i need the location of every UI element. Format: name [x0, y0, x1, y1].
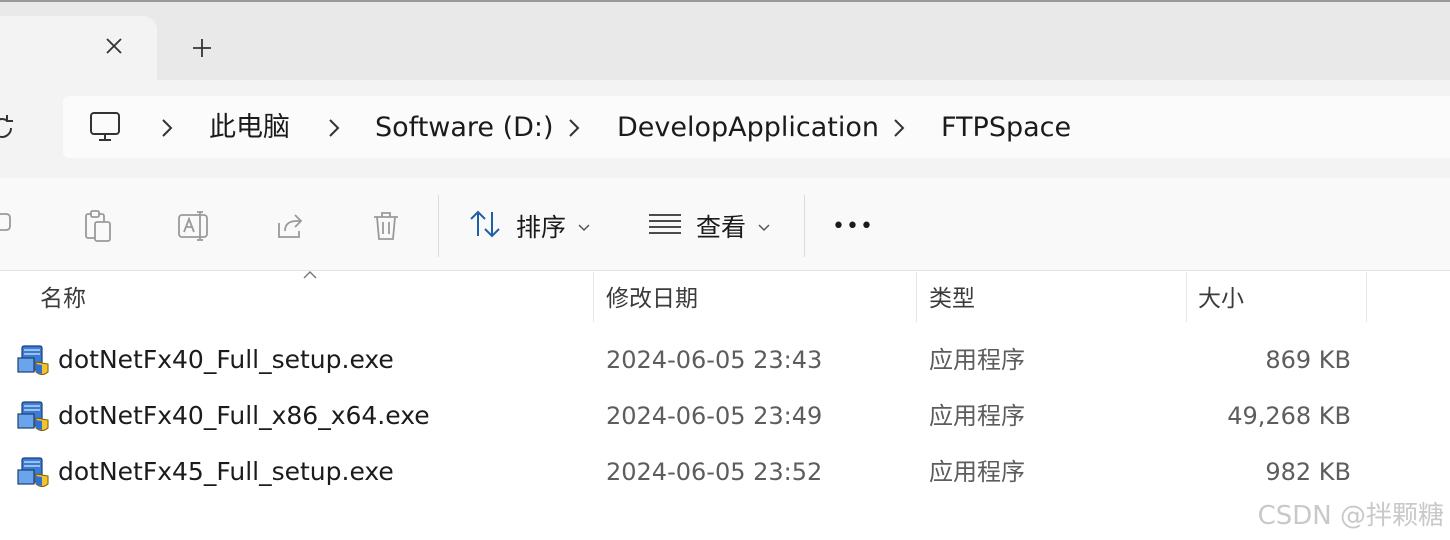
file-size: 869 KB	[1265, 346, 1351, 374]
column-header-size[interactable]: 大小	[1198, 280, 1244, 318]
breadcrumb-item-ftpspace[interactable]: FTPSpace	[941, 108, 1071, 148]
file-name: dotNetFx45_Full_setup.exe	[58, 457, 394, 486]
sort-button[interactable]: 排序	[468, 200, 598, 252]
toolbar-separator	[804, 195, 805, 257]
installer-exe-icon	[16, 456, 50, 490]
column-header-type[interactable]: 类型	[929, 280, 975, 318]
more-options-button[interactable]: •••	[830, 200, 876, 252]
paste-icon[interactable]	[76, 200, 120, 252]
file-date: 2024-06-05 23:49	[606, 402, 823, 430]
sort-label: 排序	[516, 213, 567, 242]
watermark: CSDN @拌颗糖	[1257, 501, 1444, 531]
view-label: 查看	[696, 213, 747, 242]
view-list-icon	[648, 212, 682, 240]
column-divider[interactable]	[1366, 272, 1367, 322]
file-row[interactable]: dotNetFx45_Full_setup.exe 2024-06-05 23:…	[0, 444, 1450, 500]
share-icon[interactable]	[268, 200, 312, 252]
breadcrumb-chevron-icon[interactable]	[158, 112, 176, 144]
column-header-date[interactable]: 修改日期	[606, 280, 698, 318]
file-size: 982 KB	[1265, 458, 1351, 486]
file-row[interactable]: dotNetFx40_Full_setup.exe 2024-06-05 23:…	[0, 332, 1450, 388]
file-name: dotNetFx40_Full_setup.exe	[58, 345, 394, 374]
close-tab-icon[interactable]	[100, 32, 128, 60]
this-pc-icon[interactable]	[88, 110, 122, 144]
breadcrumb-item-software-drive[interactable]: Software (D:)	[375, 108, 554, 148]
installer-exe-icon	[16, 344, 50, 378]
file-row[interactable]: dotNetFx40_Full_x86_x64.exe 2024-06-05 2…	[0, 388, 1450, 444]
breadcrumb-chevron-icon[interactable]	[890, 112, 908, 144]
new-tab-button[interactable]	[186, 32, 218, 64]
breadcrumb-item-this-pc[interactable]: 此电脑	[209, 108, 290, 148]
breadcrumb-chevron-icon[interactable]	[325, 112, 343, 144]
chevron-down-icon	[578, 217, 590, 236]
toolbar-separator	[438, 195, 439, 257]
more-options-icon: •••	[832, 213, 874, 239]
sort-caret-up-icon	[302, 266, 318, 279]
delete-icon[interactable]	[364, 200, 408, 252]
sort-icon	[468, 209, 502, 243]
file-type: 应用程序	[929, 346, 1025, 374]
active-tab[interactable]	[0, 16, 157, 80]
installer-exe-icon	[16, 400, 50, 434]
file-type: 应用程序	[929, 458, 1025, 486]
file-size: 49,268 KB	[1227, 402, 1351, 430]
column-divider[interactable]	[1186, 272, 1187, 322]
file-date: 2024-06-05 23:52	[606, 458, 823, 486]
breadcrumb-item-developapplication[interactable]: DevelopApplication	[617, 108, 879, 148]
refresh-icon[interactable]	[0, 108, 20, 148]
file-type: 应用程序	[929, 402, 1025, 430]
column-divider[interactable]	[916, 272, 917, 322]
breadcrumb-chevron-icon[interactable]	[565, 112, 583, 144]
file-name: dotNetFx40_Full_x86_x64.exe	[58, 401, 430, 430]
chevron-down-icon	[758, 217, 770, 236]
new-item-icon[interactable]	[0, 200, 24, 252]
view-button[interactable]: 查看	[648, 200, 778, 252]
rename-icon[interactable]	[172, 200, 216, 252]
file-date: 2024-06-05 23:43	[606, 346, 823, 374]
column-header-name[interactable]: 名称	[40, 280, 86, 318]
column-divider[interactable]	[593, 272, 594, 322]
